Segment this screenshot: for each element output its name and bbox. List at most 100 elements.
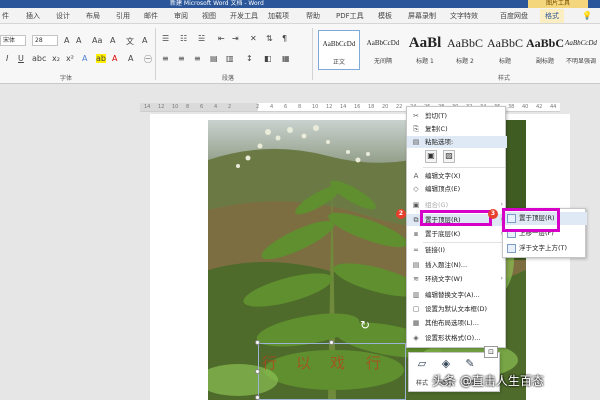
resize-handle[interactable] [255, 369, 260, 374]
menu-item-link[interactable]: ∞ 链接(I) [407, 244, 507, 256]
style-heading-2[interactable]: AaBbC 标题 2 [444, 30, 486, 70]
tab-templates[interactable]: 模板 [378, 11, 392, 21]
enclose-char-icon[interactable]: ㊀ [144, 54, 152, 65]
superscript-icon[interactable]: x² [66, 54, 74, 63]
tab-baidu-netdisk[interactable]: 百度网盘 [500, 11, 528, 21]
tab-help[interactable]: 帮助 [306, 11, 320, 21]
style-subtitle[interactable]: AaBbC 副标题 [524, 30, 566, 70]
paragraph-shading-icon[interactable]: ◧ [264, 54, 272, 63]
ruler-tick: 4 [214, 104, 218, 110]
tab-view[interactable]: 视图 [202, 11, 216, 21]
char-border-icon[interactable]: A [142, 36, 147, 45]
resize-handle[interactable] [329, 340, 334, 345]
align-center-icon[interactable]: ≡ [178, 54, 185, 63]
submenu-item-in-front-of-text[interactable]: 浮于文字上方(T) [503, 242, 587, 255]
align-right-icon[interactable]: ≡ [194, 54, 201, 63]
ruler-tick: 14 [144, 104, 151, 110]
style-no-spacing[interactable]: AaBbCcDd 无间隔 [362, 30, 404, 70]
tab-design[interactable]: 设计 [56, 11, 70, 21]
tab-text-effects[interactable]: 文字特效 [450, 11, 478, 21]
resize-handle[interactable] [255, 395, 260, 400]
paste-keep-format-icon[interactable]: ▣ [425, 150, 437, 163]
grow-font-icon[interactable]: A [64, 36, 69, 45]
strikethrough-icon[interactable]: abc [32, 54, 46, 63]
in-front-of-text-icon [507, 244, 516, 253]
menu-item-insert-caption[interactable]: ▤ 插入题注(N)... [407, 259, 507, 271]
tab-review[interactable]: 审阅 [174, 11, 188, 21]
menu-item-default-textbox[interactable]: ▢ 设置为默认文本框(D) [407, 303, 507, 315]
style-name: 正文 [332, 59, 345, 66]
menu-item-wrap-text[interactable]: ≋ 环绕文字(W) › [407, 273, 507, 285]
tab-mailings[interactable]: 邮件 [144, 11, 158, 21]
borders-icon[interactable]: ▦ [282, 54, 290, 63]
tab-screen-record[interactable]: 屏幕录制 [408, 11, 436, 21]
justify-icon[interactable]: ▤ [210, 54, 218, 63]
tab-insert[interactable]: 插入 [26, 11, 40, 21]
mini-toolbar-label: 样式 [415, 380, 428, 387]
layout-options-icon[interactable]: ⊡ [484, 346, 498, 358]
style-subtle-emphasis[interactable]: AaBbCcDd 不明显强调 [562, 30, 600, 70]
phonetic-icon[interactable]: 文 [126, 36, 134, 47]
paste-icon: ▤ [412, 138, 420, 146]
multilevel-list-icon[interactable]: ☱ [198, 34, 205, 43]
bullets-icon[interactable]: ☰ [162, 34, 169, 43]
submenu-arrow-icon: › [500, 275, 503, 282]
tab-layout[interactable]: 布局 [86, 11, 100, 21]
menu-item-label: 链接(I) [425, 246, 445, 254]
tab-developer[interactable]: 开发工具 [230, 11, 258, 21]
change-case-icon[interactable]: Aa [92, 36, 102, 45]
resize-handle[interactable] [255, 340, 260, 345]
styles-group-label: 样式 [498, 75, 511, 82]
tab-pdf-tools[interactable]: PDF工具 [336, 11, 364, 21]
subscript-icon[interactable]: x₂ [52, 54, 60, 63]
font-name-box[interactable]: 宋体 [0, 35, 26, 46]
menu-item-format-shape[interactable]: ◈ 设置形状格式(O)... [407, 332, 507, 344]
step-badge: 2 [396, 209, 406, 219]
paste-picture-icon[interactable]: ▨ [443, 150, 455, 163]
tab-references[interactable]: 引用 [116, 11, 130, 21]
italic-icon[interactable]: I [6, 54, 8, 63]
style-heading-1[interactable]: AaBl 标题 1 [404, 30, 446, 70]
distribute-icon[interactable]: ▥ [226, 54, 234, 63]
menu-item-more-layout[interactable]: ▦ 其他布局选项(L)... [407, 317, 507, 329]
rotate-handle-icon[interactable]: ↻ [360, 318, 370, 332]
font-size-box[interactable]: 28 [32, 35, 58, 46]
menu-item-cut[interactable]: ✂ 剪切(T) [407, 110, 507, 122]
font-color-icon[interactable]: A [112, 54, 117, 63]
increase-indent-icon[interactable]: ⇥ [232, 34, 239, 43]
numbering-icon[interactable]: ☷ [180, 34, 187, 43]
highlight-icon[interactable]: ab [96, 54, 106, 63]
style-title[interactable]: AaBbC 标题 [484, 30, 526, 70]
watermark-text: 头条 @直击人生百态 [432, 374, 544, 388]
shrink-font-icon[interactable]: A [76, 36, 81, 45]
show-marks-icon[interactable]: ¶ [282, 34, 287, 43]
sort-icon[interactable]: ⇅ [266, 34, 273, 43]
style-name: 标题 [498, 58, 511, 65]
menu-item-label: 剪切(T) [425, 112, 448, 120]
ruler-tick: 4 [270, 104, 274, 110]
align-left-icon[interactable]: ≡ [162, 54, 169, 63]
underline-icon[interactable]: U [18, 54, 24, 63]
menu-item-paste-options[interactable]: ▤ 粘贴选项: [407, 136, 507, 148]
menu-item-send-to-back[interactable]: ⧈ 置于底层(K) › [407, 228, 507, 240]
menu-item-copy[interactable]: ⎘ 复制(C) [407, 123, 507, 135]
shading-icon[interactable]: A [128, 54, 133, 63]
shape-style-button[interactable]: ▱ 样式 [411, 356, 433, 387]
clear-format-icon[interactable]: A [110, 36, 115, 45]
decrease-indent-icon[interactable]: ⇤ [218, 34, 225, 43]
tab-file[interactable]: 件 [2, 11, 9, 21]
line-spacing-icon[interactable]: ↕ [246, 54, 253, 63]
menu-item-alt-text[interactable]: ▥ 编辑替换文字(A)... [407, 289, 507, 301]
menu-item-edit-text[interactable]: A 编辑文字(X) [407, 170, 507, 182]
lightbulb-icon[interactable]: 💡 [582, 11, 592, 20]
menu-item-label: 编辑顶点(E) [425, 185, 461, 193]
menu-item-label: 粘贴选项: [425, 138, 454, 146]
scissors-icon: ✂ [413, 112, 419, 120]
style-normal[interactable]: AaBbCcDd 正文 [318, 30, 360, 70]
tab-format[interactable]: 格式 [540, 9, 564, 23]
text-effects-icon[interactable]: A [82, 54, 87, 63]
chinese-layout-icon[interactable]: ✕ [250, 34, 257, 43]
menu-item-label: 其他布局选项(L)... [425, 319, 479, 327]
menu-item-edit-vertices[interactable]: ◇ 编辑顶点(E) [407, 183, 507, 195]
tab-addins[interactable]: 加载项 [268, 11, 289, 21]
